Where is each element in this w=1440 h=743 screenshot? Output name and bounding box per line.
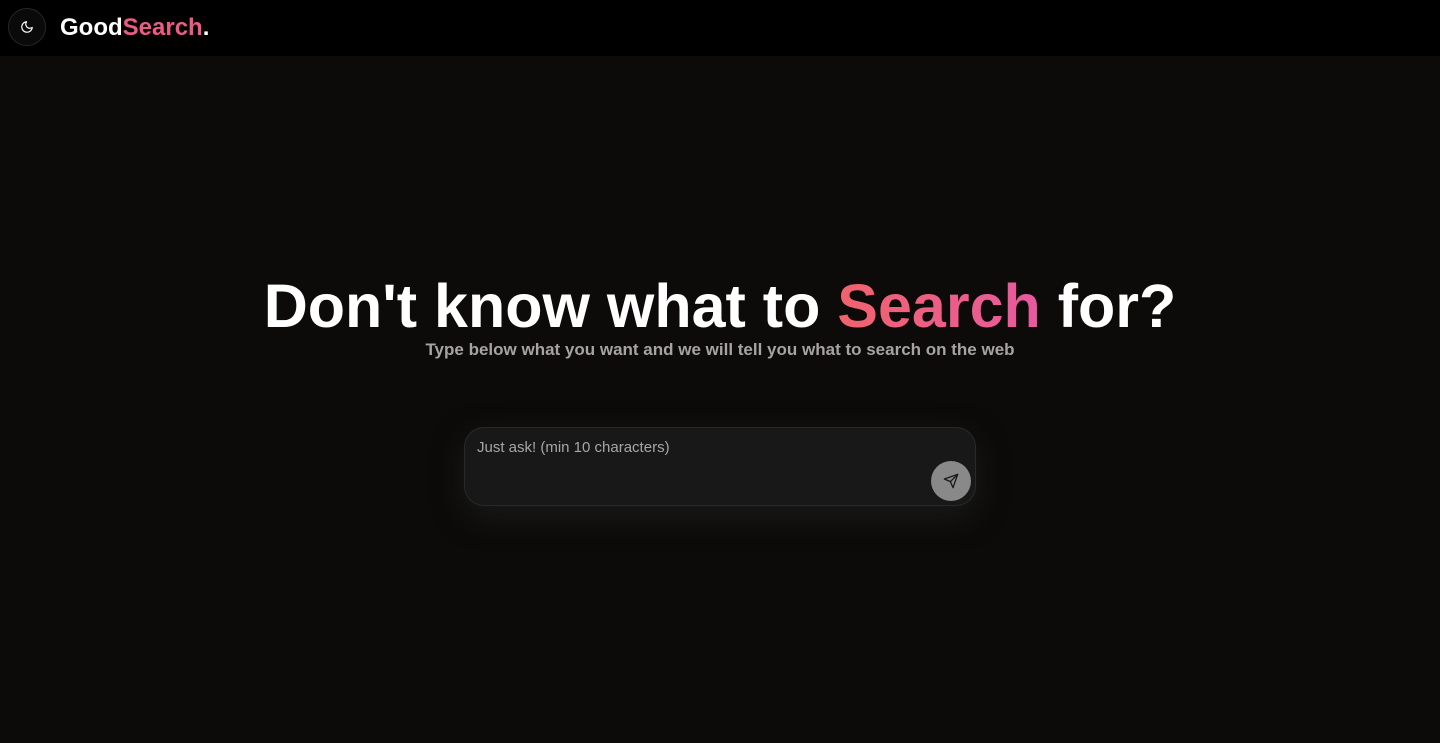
send-icon bbox=[943, 473, 959, 489]
search-box bbox=[464, 427, 976, 506]
title-text-before: Don't know what to bbox=[263, 272, 838, 340]
logo-dot: . bbox=[202, 14, 210, 41]
logo[interactable]: GoodSearch. bbox=[60, 13, 209, 43]
search-input[interactable] bbox=[477, 438, 927, 494]
logo-text-search: Search bbox=[122, 14, 203, 41]
send-button[interactable] bbox=[931, 461, 971, 501]
theme-toggle-button[interactable] bbox=[8, 8, 46, 46]
title-text-after: for? bbox=[1040, 272, 1177, 340]
title-accent: Search bbox=[837, 272, 1041, 340]
page-subtitle: Type below what you want and we will tel… bbox=[425, 340, 1015, 359]
page-title: Don't know what to Search for? bbox=[0, 270, 1440, 342]
logo-text-good: Good bbox=[60, 14, 123, 41]
moon-icon bbox=[20, 20, 34, 34]
top-bar: GoodSearch. bbox=[0, 0, 1440, 56]
